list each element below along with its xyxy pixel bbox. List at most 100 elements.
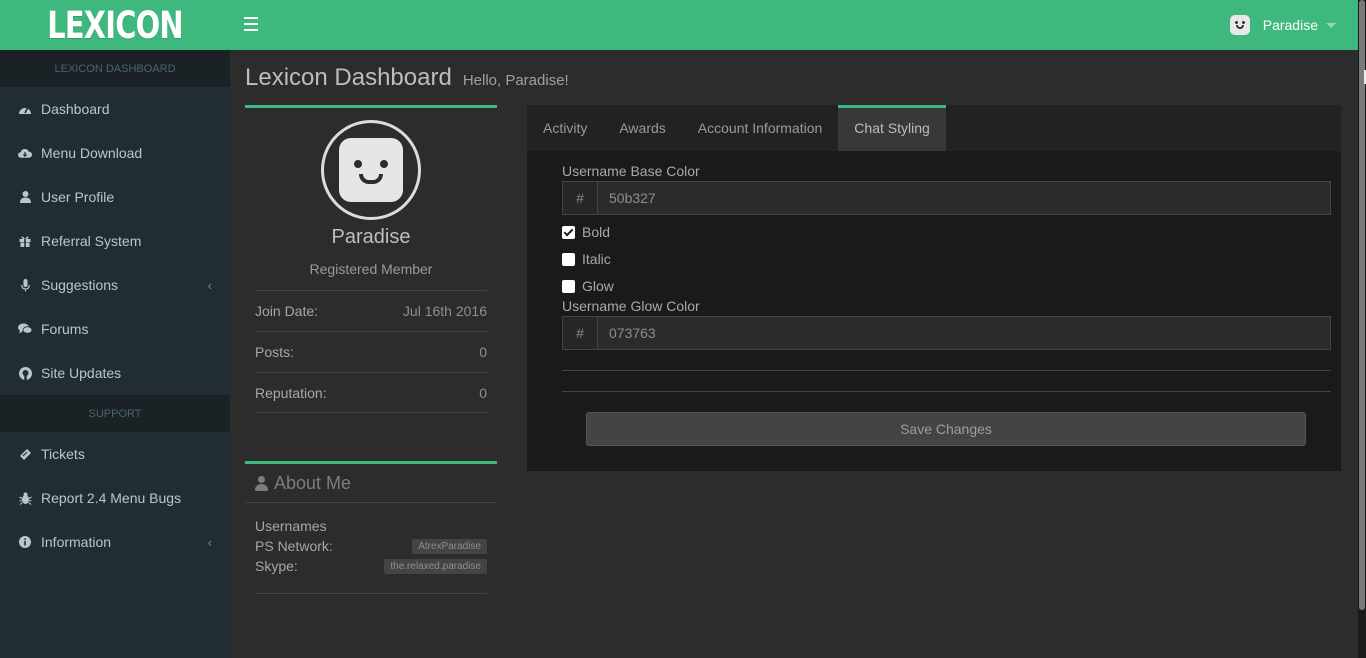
profile-avatar	[321, 120, 421, 220]
sidebar-item-menu-download[interactable]: Menu Download	[0, 131, 230, 175]
cloud-download-icon	[18, 146, 32, 160]
about-me-title: About Me	[274, 472, 352, 493]
about-me-body: Usernames PS Network: AtrexParadise Skyp…	[255, 516, 487, 576]
sidebar-item-referral-system[interactable]: Referral System	[0, 219, 230, 263]
base-color-input[interactable]	[598, 182, 1330, 214]
dashboard-icon	[18, 102, 32, 116]
stat-join-date: Join Date: Jul 16th 2016	[255, 290, 487, 331]
italic-checkbox-row[interactable]: Italic	[562, 251, 611, 267]
sidebar-item-label: Forums	[41, 321, 89, 337]
scrollbar-thumb[interactable]	[1359, 0, 1365, 610]
italic-checkbox[interactable]	[562, 252, 575, 266]
top-navbar: LEXICON Paradise	[0, 0, 1358, 50]
glow-checkbox[interactable]	[562, 279, 575, 293]
tab-bar: Activity Awards Account Information Chat…	[527, 105, 1341, 151]
glow-color-input-group: #	[562, 316, 1331, 350]
sidebar-item-user-profile[interactable]: User Profile	[0, 175, 230, 219]
github-icon	[18, 366, 32, 380]
ticket-icon	[18, 447, 32, 461]
hash-addon: #	[563, 182, 598, 214]
tab-account-information[interactable]: Account Information	[682, 105, 839, 151]
user-icon	[18, 190, 32, 204]
glow-color-input[interactable]	[598, 317, 1330, 349]
profile-card: Paradise Registered Member Join Date: Ju…	[245, 105, 497, 423]
about-me-header: About Me	[245, 464, 497, 503]
sidebar: LEXICON DASHBOARD Dashboard Menu Downloa…	[0, 50, 230, 658]
sidebar-item-label: Suggestions	[41, 277, 119, 293]
sidebar-section-support: SUPPORT	[0, 395, 230, 432]
sidebar-item-dashboard[interactable]: Dashboard	[0, 87, 230, 131]
psn-row: PS Network: AtrexParadise	[255, 536, 487, 556]
sidebar-item-tickets[interactable]: Tickets	[0, 432, 230, 476]
bug-icon	[18, 491, 32, 505]
base-color-label: Username Base Color	[562, 163, 700, 179]
sidebar-item-label: Referral System	[41, 233, 142, 249]
profile-role: Registered Member	[309, 261, 433, 277]
microphone-icon	[18, 278, 32, 292]
stat-value: 0	[479, 344, 487, 360]
sidebar-item-forums[interactable]: Forums	[0, 307, 230, 351]
sidebar-item-suggestions[interactable]: Suggestions ‹	[0, 263, 230, 307]
divider	[562, 370, 1331, 371]
usernames-label: Usernames	[255, 518, 327, 534]
stat-value: 0	[479, 384, 487, 401]
sidebar-toggle-icon[interactable]	[244, 17, 258, 31]
info-icon	[18, 535, 32, 549]
page-header: Lexicon Dashboard Hello, Paradise!	[245, 64, 569, 92]
sidebar-item-information[interactable]: Information ‹	[0, 520, 230, 564]
sidebar-section-main: LEXICON DASHBOARD	[0, 50, 230, 87]
sidebar-item-label: Site Updates	[41, 365, 122, 381]
sidebar-item-label: Tickets	[41, 446, 85, 462]
tab-activity[interactable]: Activity	[527, 105, 603, 151]
sidebar-item-label: User Profile	[41, 189, 115, 205]
about-me-card: About Me Usernames PS Network: AtrexPara…	[245, 461, 497, 596]
stat-value: Jul 16th 2016	[402, 303, 487, 319]
bold-checkbox-row[interactable]: Bold	[562, 224, 610, 240]
tab-awards[interactable]: Awards	[603, 105, 681, 151]
chevron-left-icon: ‹	[207, 534, 212, 550]
sidebar-item-label: Menu Download	[41, 145, 143, 161]
lexicon-logo[interactable]: LEXICON	[25, 0, 204, 50]
tab-chat-styling[interactable]: Chat Styling	[838, 105, 946, 151]
sidebar-item-label: Information	[41, 534, 112, 550]
save-changes-button[interactable]: Save Changes	[586, 412, 1306, 446]
stat-reputation: Reputation: 0	[255, 372, 487, 413]
psn-badge: AtrexParadise	[412, 538, 487, 554]
user-menu-name: Paradise	[1262, 17, 1318, 33]
bold-checkbox[interactable]	[562, 225, 575, 239]
page-title: Lexicon Dashboard	[245, 64, 452, 91]
user-icon	[255, 475, 268, 491]
skype-label: Skype:	[255, 558, 298, 574]
stat-label: Join Date:	[255, 303, 319, 319]
glow-label: Glow	[582, 278, 614, 294]
robot-face-icon	[339, 138, 403, 202]
user-menu[interactable]: Paradise	[1229, 13, 1336, 37]
stat-label: Reputation:	[255, 384, 327, 401]
sidebar-item-report-bugs[interactable]: Report 2.4 Menu Bugs	[0, 476, 230, 520]
base-color-input-group: #	[562, 181, 1331, 215]
bold-label: Bold	[582, 224, 611, 240]
caret-down-icon	[1326, 22, 1336, 28]
stat-label: Posts:	[255, 344, 294, 360]
sidebar-item-label: Dashboard	[41, 101, 110, 117]
glow-checkbox-row[interactable]: Glow	[562, 278, 614, 294]
comments-icon	[18, 322, 32, 336]
gift-icon	[18, 234, 32, 248]
sidebar-item-site-updates[interactable]: Site Updates	[0, 351, 230, 395]
profile-tabs-panel: Activity Awards Account Information Chat…	[527, 105, 1341, 471]
user-avatar-icon	[1229, 15, 1250, 35]
chevron-left-icon: ‹	[207, 277, 212, 293]
sidebar-item-label: Report 2.4 Menu Bugs	[41, 490, 182, 506]
italic-label: Italic	[582, 251, 611, 267]
page-subtitle: Hello, Paradise!	[462, 72, 569, 89]
usernames-heading: Usernames	[255, 516, 487, 536]
profile-username: Paradise	[331, 226, 411, 248]
stat-posts: Posts: 0	[255, 331, 487, 372]
page-scrollbar[interactable]	[1358, 0, 1366, 658]
divider	[562, 391, 1331, 392]
about-divider	[255, 593, 487, 594]
psn-label: PS Network:	[255, 538, 333, 554]
glow-color-label: Username Glow Color	[562, 298, 700, 314]
hash-addon: #	[563, 317, 598, 349]
skype-row: Skype: the.relaxed.paradise	[255, 556, 487, 576]
